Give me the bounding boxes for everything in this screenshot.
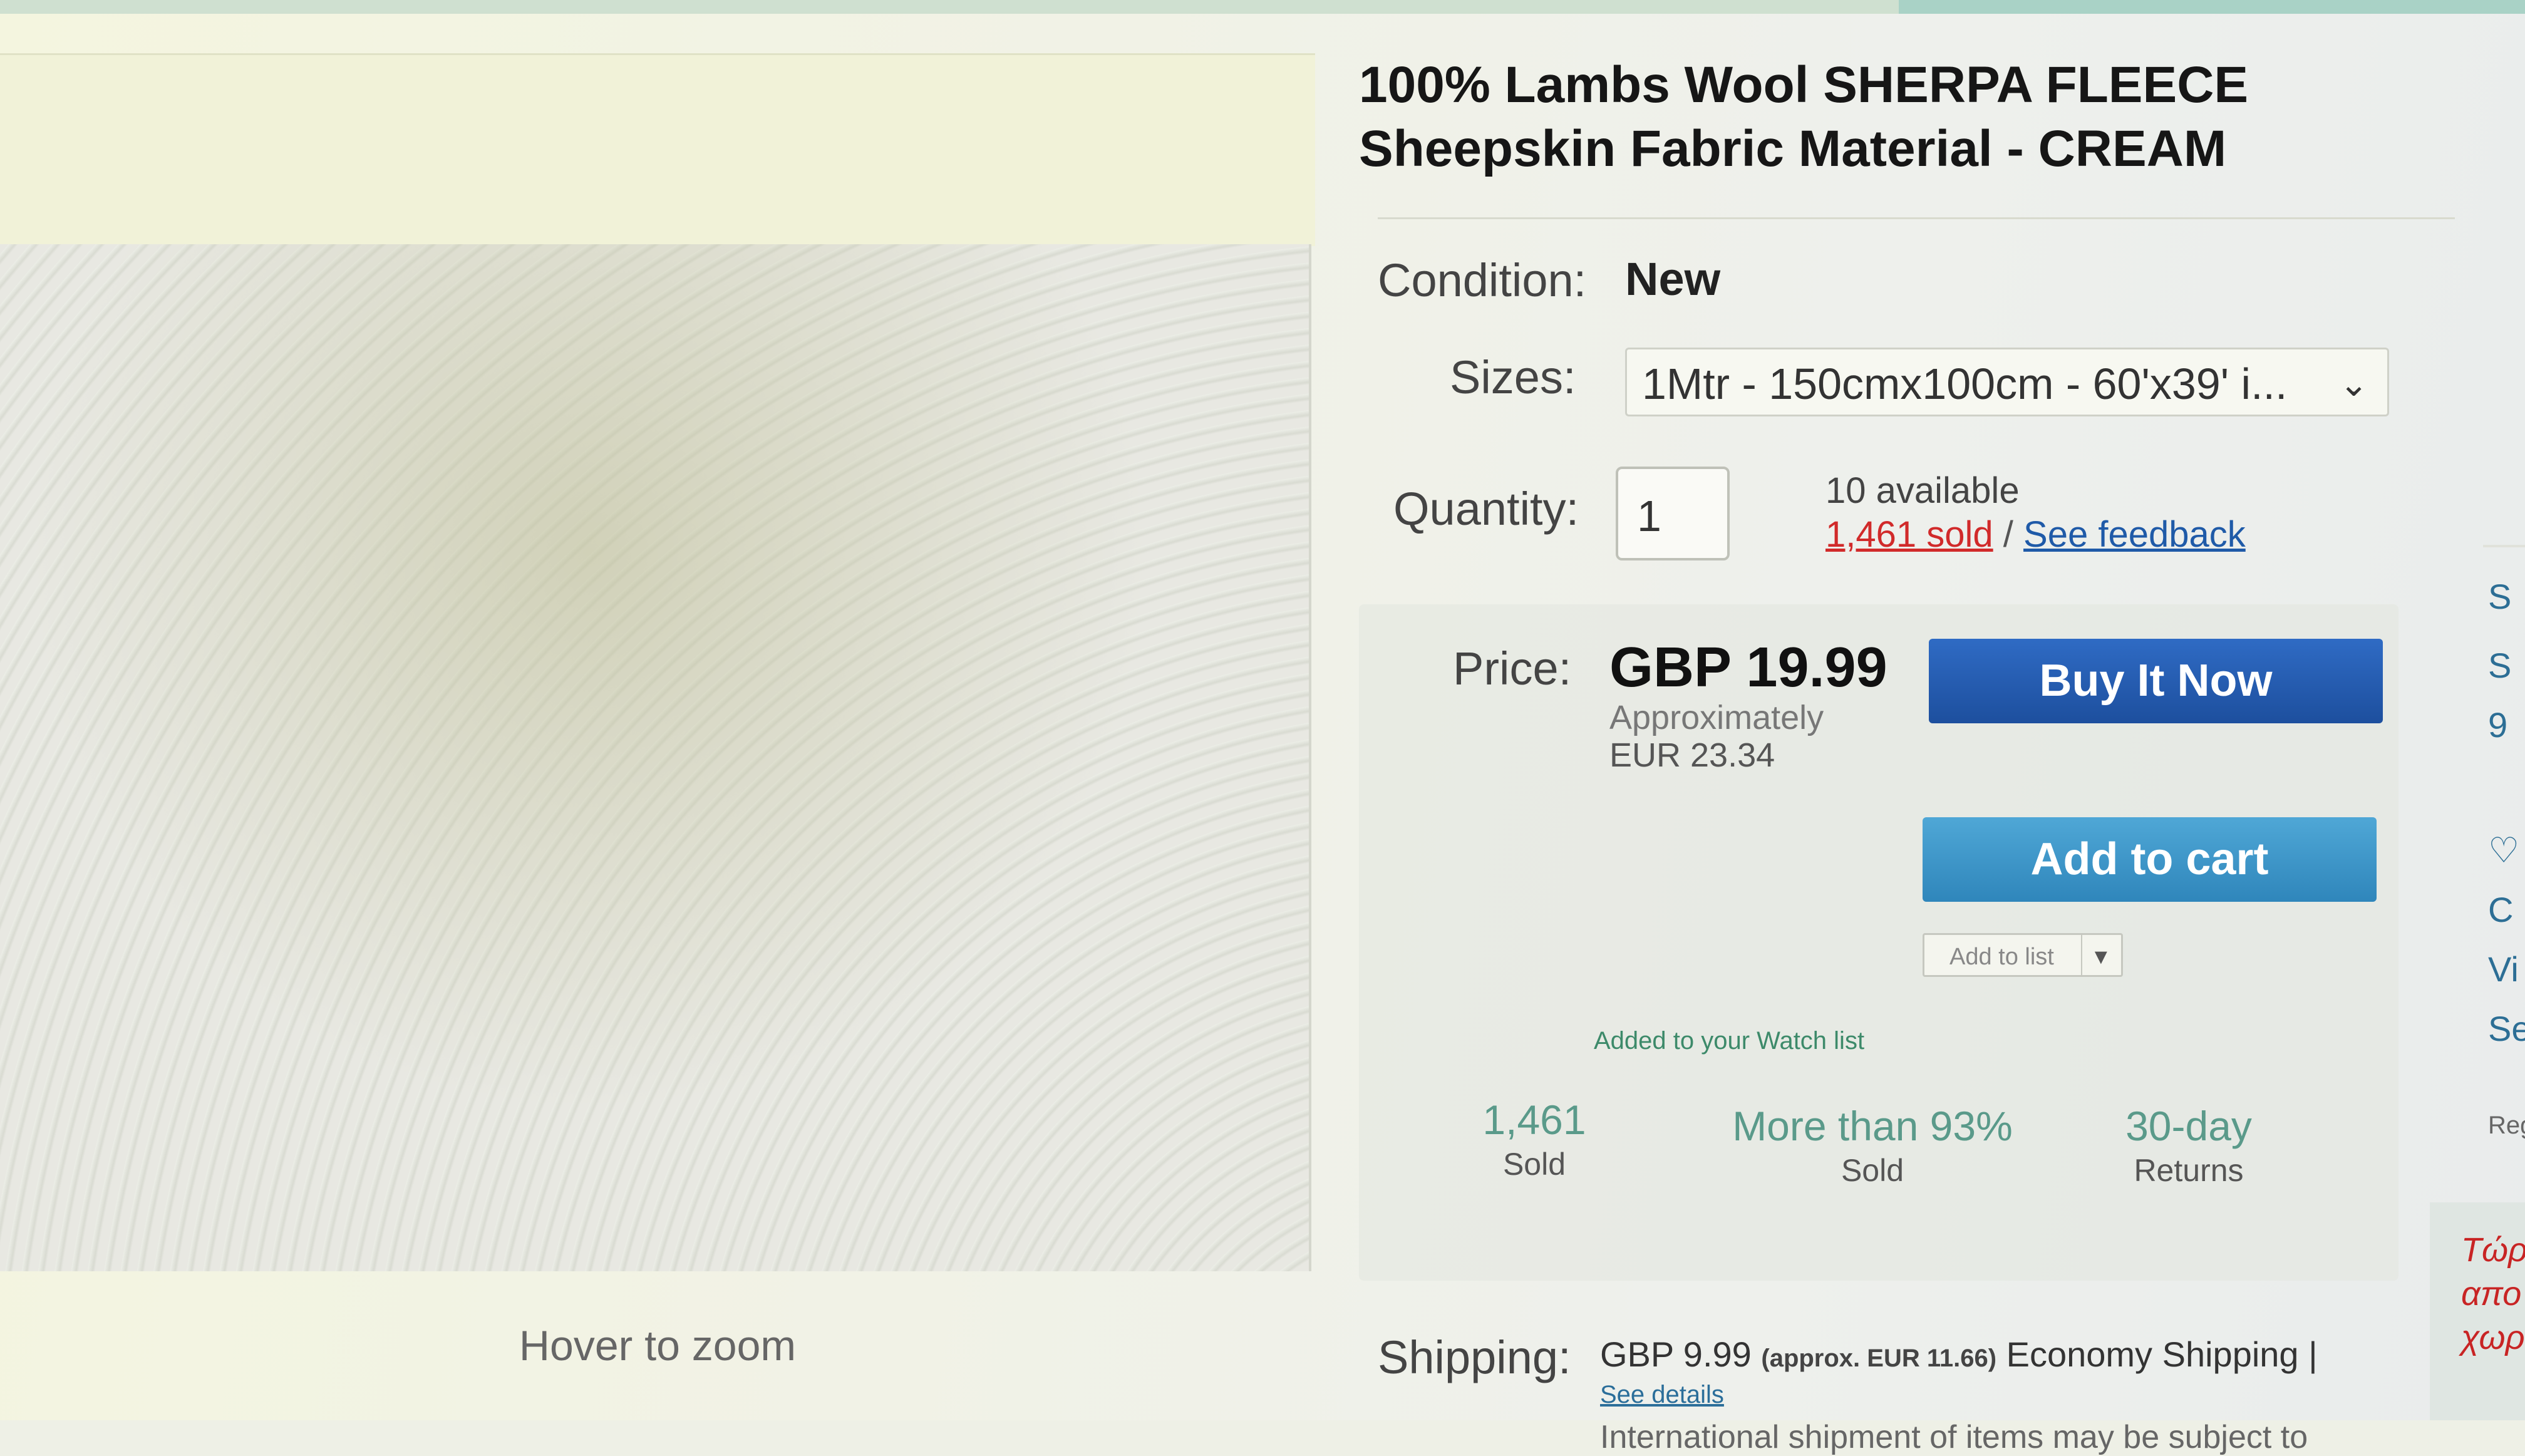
stat-value: 1,461 [1482, 1097, 1586, 1143]
stat-caption: Sold [1502, 1147, 1566, 1182]
shipping-cost: GBP 9.99 [1600, 1335, 1752, 1374]
sidebar-item[interactable]: Vi [2488, 949, 2519, 989]
chevron-down-icon[interactable]: ▼ [2090, 935, 2112, 979]
sidebar-item[interactable]: C [2488, 889, 2513, 930]
stat-value: More than 93% [1732, 1103, 2013, 1149]
promo-line: Τώρ [2461, 1231, 2525, 1269]
divider [2483, 545, 2525, 547]
add-to-list-button[interactable]: Add to list ▼ [1923, 933, 2123, 977]
sidebar-item[interactable]: Se [2488, 1008, 2525, 1049]
add-to-list-label: Add to list [1949, 944, 2054, 970]
approx-price: EUR 23.34 [1609, 736, 1775, 774]
add-to-cart-button[interactable]: Add to cart [1923, 817, 2377, 902]
sold-count-link[interactable]: 1,461 sold [1825, 514, 1993, 555]
image-column [0, 53, 1315, 1420]
stat-value: 30-day [2125, 1103, 2252, 1149]
shipping-approx: (approx. EUR 11.66) [1761, 1345, 1997, 1372]
shipping-cost-line: GBP 9.99 (approx. EUR 11.66) Economy Shi… [1600, 1334, 2318, 1375]
sidebar-item[interactable]: S [2488, 645, 2511, 686]
hover-to-zoom-label: Hover to zoom [519, 1322, 797, 1370]
stat-percent-sold: More than 93% Sold [1716, 1102, 2029, 1189]
sidebar-item[interactable]: Reg [2488, 1112, 2525, 1140]
promo-line: χωρ [2461, 1319, 2525, 1356]
listing-title: 100% Lambs Wool SHERPA FLEECE Sheepskin … [1359, 56, 2249, 177]
watch-list-note: Added to your Watch list [1594, 1027, 1865, 1055]
sidebar-item[interactable]: S [2488, 576, 2511, 617]
promo-line: απο [2461, 1275, 2522, 1313]
international-note: International shipment of items may be s… [1600, 1419, 2308, 1455]
right-sidebar: S S 9 ♡ C Vi Se Reg Τώρ απο χωρ [2430, 0, 2525, 1420]
buy-it-now-button[interactable]: Buy It Now [1929, 639, 2383, 723]
stat-caption: Returns [2134, 1153, 2244, 1188]
sizes-selected-value: 1Mtr - 150cmx100cm - 60'x39' i... [1642, 359, 2288, 408]
top-strip-accent [1899, 0, 2525, 14]
separator: / [2003, 514, 2013, 555]
approx-label: Approximately [1609, 699, 1824, 736]
quantity-input[interactable]: 1 [1616, 467, 1730, 560]
see-feedback-link[interactable]: See feedback [2023, 514, 2246, 555]
shipping-method: Economy Shipping | [2006, 1335, 2318, 1374]
condition-value: New [1625, 253, 1721, 305]
listing-info: 100% Lambs Wool SHERPA FLEECE Sheepskin … [1359, 53, 2474, 1455]
stat-returns: 30-day Returns [2079, 1102, 2298, 1189]
price-value: GBP 19.99 [1609, 636, 1887, 699]
price-label: Price: [1453, 643, 1572, 694]
condition-label: Condition: [1378, 254, 1587, 306]
available-count: 10 available [1825, 470, 2020, 511]
divider [1378, 217, 2455, 219]
chevron-down-icon: ⌄ [2339, 364, 2368, 403]
sidebar-item[interactable]: 9 [2488, 705, 2507, 745]
shipping-label: Shipping: [1378, 1331, 1571, 1383]
browser-screen: Hover to zoom 100% Lambs Wool SHERPA FLE… [0, 0, 2525, 1455]
sizes-label: Sizes: [1450, 351, 1576, 403]
quantity-label: Quantity: [1393, 483, 1579, 535]
sizes-select[interactable]: 1Mtr - 150cmx100cm - 60'x39' i... ⌄ [1625, 348, 2389, 416]
image-column-header [0, 53, 1315, 246]
stat-caption: Sold [1841, 1153, 1904, 1188]
heart-icon[interactable]: ♡ [2488, 830, 2519, 871]
sold-feedback-line: 1,461 sold / See feedback [1825, 514, 2246, 555]
see-details-link[interactable]: See details [1600, 1381, 1724, 1409]
product-image[interactable] [0, 244, 1311, 1271]
divider [2081, 935, 2082, 975]
stat-sold: 1,461 Sold [1440, 1096, 1628, 1182]
